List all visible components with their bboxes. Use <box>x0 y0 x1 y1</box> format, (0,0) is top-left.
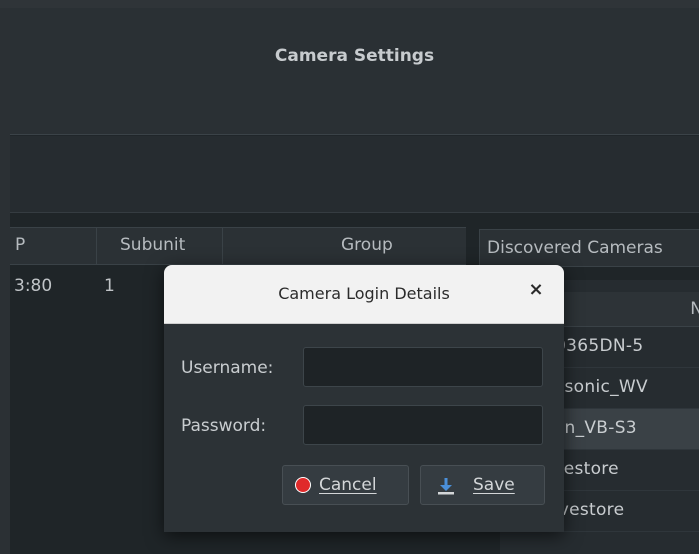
cancel-icon <box>295 477 311 493</box>
dialog-title: Camera Login Details <box>278 284 450 303</box>
column-separator <box>96 228 97 264</box>
password-field[interactable] <box>303 405 543 445</box>
close-icon[interactable]: × <box>526 279 546 300</box>
top-strip <box>0 0 699 8</box>
save-button[interactable]: Save <box>420 465 545 505</box>
column-header-group[interactable]: Group <box>341 235 393 255</box>
save-button-label: Save <box>473 475 515 495</box>
column-header-subunit[interactable]: Subunit <box>120 235 185 255</box>
row-subunit-cell: 1 <box>104 276 115 296</box>
toolbar-band <box>10 136 699 213</box>
cancel-button-label: Cancel <box>319 475 377 495</box>
row-ip-cell: 3:80 <box>14 276 53 296</box>
dialog-titlebar: Camera Login Details × <box>164 265 564 324</box>
column-header-ip[interactable]: P <box>15 235 25 255</box>
username-label: Username: <box>181 358 274 378</box>
password-label: Password: <box>181 416 267 436</box>
window-title: Camera Settings <box>274 46 435 66</box>
table-header: P Subunit Group <box>10 227 466 265</box>
left-edge <box>0 8 10 554</box>
discovered-column-label: N <box>690 299 699 319</box>
discovered-cameras-tab[interactable]: Discovered Cameras <box>479 229 699 267</box>
window-header: Camera Settings <box>10 8 699 135</box>
column-separator <box>222 228 223 264</box>
username-field[interactable] <box>303 347 543 387</box>
cancel-button[interactable]: Cancel <box>282 465 409 505</box>
save-download-icon <box>438 478 454 495</box>
discovered-cameras-label: Discovered Cameras <box>487 238 663 258</box>
login-dialog: Camera Login Details × Username: Passwor… <box>164 265 564 532</box>
